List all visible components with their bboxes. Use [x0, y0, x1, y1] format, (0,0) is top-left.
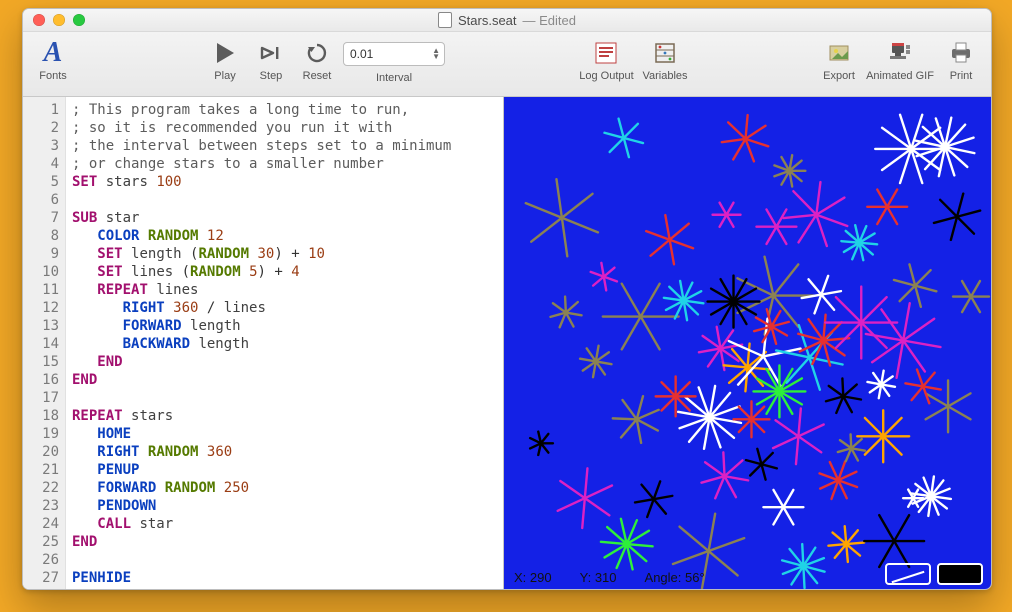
play-icon: [208, 36, 242, 70]
main-area: 1 2 3 4 5 6 7 8 9 10 11 12 13 14 15 16 1…: [23, 97, 991, 589]
window-title-edited: — Edited: [523, 13, 576, 28]
code-area[interactable]: ; This program takes a long time to run,…: [66, 97, 503, 589]
code-editor[interactable]: 1 2 3 4 5 6 7 8 9 10 11 12 13 14 15 16 1…: [23, 97, 504, 589]
line-gutter: 1 2 3 4 5 6 7 8 9 10 11 12 13 14 15 16 1…: [23, 97, 66, 589]
status-angle: Angle: 56°: [645, 570, 705, 585]
interval-value: 0.01: [350, 47, 373, 61]
log-output-button[interactable]: Log Output: [576, 36, 636, 92]
status-x: X: 290: [514, 570, 552, 585]
document-icon: [438, 12, 452, 28]
animated-gif-button[interactable]: Animated GIF: [865, 36, 935, 92]
window-controls: [23, 14, 85, 26]
log-output-icon: [589, 36, 623, 70]
animated-gif-icon: [883, 36, 917, 70]
fonts-button[interactable]: A Fonts: [33, 36, 73, 92]
pen-swatches: [885, 563, 983, 585]
close-icon[interactable]: [33, 14, 45, 26]
print-icon: [944, 36, 978, 70]
export-button[interactable]: Export: [819, 36, 859, 92]
stepper-arrows-icon[interactable]: ▲▼: [432, 48, 440, 60]
variables-button[interactable]: Variables: [642, 36, 687, 92]
fonts-icon: A: [36, 36, 70, 70]
window-title: Stars.seat — Edited: [23, 12, 991, 28]
reset-button[interactable]: Reset: [297, 36, 337, 92]
interval-label: Interval: [376, 72, 412, 84]
pen-color-swatch[interactable]: [885, 563, 931, 585]
play-button[interactable]: Play: [205, 36, 245, 92]
interval-group: 0.01 ▲▼ Interval: [343, 36, 445, 92]
step-button[interactable]: Step: [251, 36, 291, 92]
variables-icon: [648, 36, 682, 70]
bg-color-swatch[interactable]: [937, 563, 983, 585]
export-icon: [822, 36, 856, 70]
app-window: Stars.seat — Edited A Fonts Play Step: [22, 8, 992, 590]
stars-svg: [504, 97, 991, 589]
toolbar: A Fonts Play Step Reset 0.01: [23, 32, 991, 97]
zoom-icon[interactable]: [73, 14, 85, 26]
step-icon: [254, 36, 288, 70]
minimize-icon[interactable]: [53, 14, 65, 26]
status-y: Y: 310: [580, 570, 617, 585]
interval-stepper[interactable]: 0.01 ▲▼: [343, 42, 445, 66]
titlebar: Stars.seat — Edited: [23, 9, 991, 32]
reset-icon: [300, 36, 334, 70]
drawing-canvas: X: 290 Y: 310 Angle: 56°: [504, 97, 991, 589]
print-button[interactable]: Print: [941, 36, 981, 92]
window-title-filename: Stars.seat: [458, 13, 517, 28]
